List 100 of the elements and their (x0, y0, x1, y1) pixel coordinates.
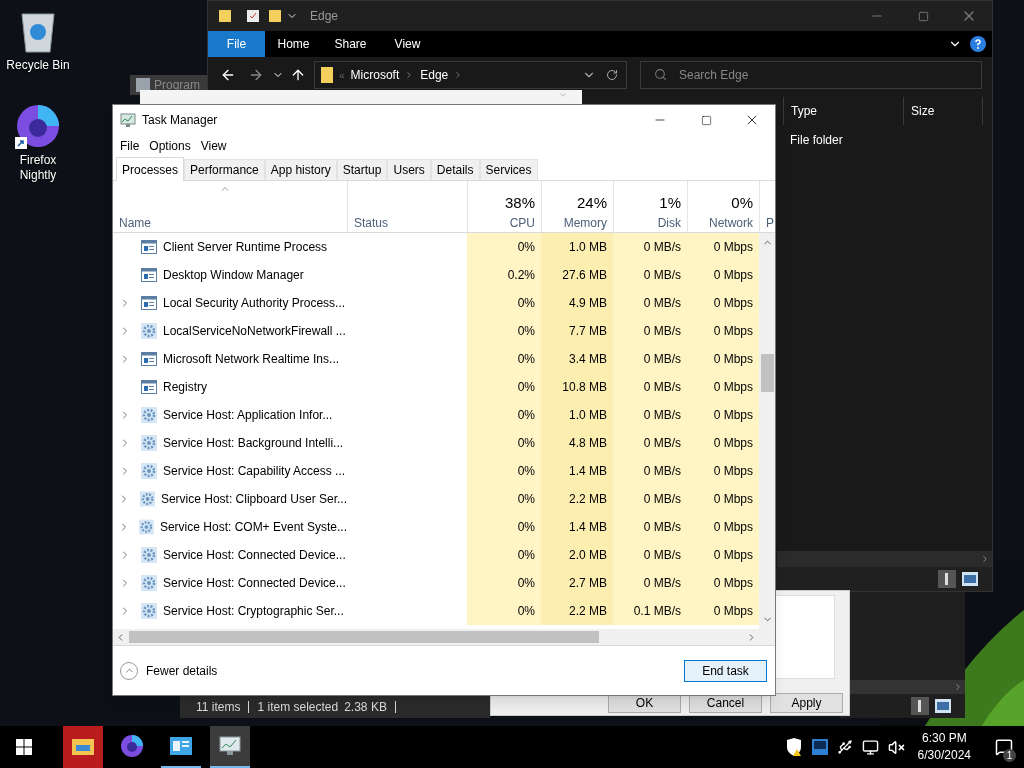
end-task-button[interactable]: End task (684, 659, 767, 682)
breadcrumb[interactable]: Edge (420, 66, 449, 84)
process-name[interactable]: Service Host: Connected Device... (163, 546, 346, 564)
table-cell: 0 MB/s (613, 569, 687, 597)
horizontal-scrollbar[interactable] (777, 551, 992, 567)
fewer-details-button[interactable]: Fewer details (120, 661, 218, 680)
thumbnail-view-icon[interactable] (962, 572, 978, 586)
horizontal-scrollbar[interactable] (113, 629, 775, 645)
status-text: 2.38 KB (344, 698, 387, 716)
tab[interactable]: Startup (336, 159, 388, 180)
table-cell: 0 MB/s (613, 541, 687, 569)
column-header[interactable]: Size (903, 97, 983, 125)
process-name[interactable]: Local Security Authority Process... (163, 294, 346, 312)
table-cell: 0 Mbps (687, 233, 759, 261)
process-name[interactable]: Service Host: Application Infor... (163, 406, 333, 424)
column-header[interactable]: P (766, 215, 775, 231)
process-name[interactable]: Service Host: COM+ Event Syste... (159, 518, 347, 536)
taskbar-app[interactable] (210, 726, 250, 768)
column-header[interactable]: Name (119, 215, 347, 231)
table-cell: 0 Mbps (687, 513, 759, 541)
process-name[interactable]: LocalServiceNoNetworkFirewall ... (163, 322, 346, 340)
monitor-chart-icon (219, 736, 241, 756)
forward-icon[interactable] (248, 67, 264, 83)
scroll-right-icon[interactable] (953, 682, 963, 692)
clock-time[interactable]: 6:30 PM (921, 730, 967, 747)
column-header[interactable]: Status (354, 215, 467, 231)
table-cell: 2.2 MB (541, 597, 613, 625)
table-cell: 0% (467, 569, 541, 597)
ribbon-tab[interactable]: View (379, 31, 436, 57)
table-cell: 0 Mbps (687, 401, 759, 429)
search-field[interactable]: Search Edge (640, 61, 982, 89)
ribbon-tab[interactable]: Share (322, 31, 379, 57)
menu-item[interactable]: View (195, 137, 232, 155)
shield-warning-icon[interactable] (784, 738, 803, 756)
details-view-icon[interactable] (938, 570, 956, 588)
up-icon[interactable] (290, 67, 306, 83)
menu-item[interactable]: File (115, 137, 145, 155)
thumbnail-view-icon[interactable] (935, 699, 951, 713)
tab[interactable]: Performance (184, 159, 265, 180)
maximize-icon (917, 10, 929, 22)
folder-icon (72, 737, 94, 755)
back-icon[interactable] (220, 67, 236, 83)
vertical-scrollbar[interactable] (759, 233, 775, 629)
help-icon[interactable] (970, 36, 986, 52)
details-view-icon[interactable] (911, 697, 929, 715)
menu-item[interactable]: Options (144, 137, 196, 155)
table-cell: 0 MB/s (613, 261, 687, 289)
scroll-right-icon[interactable] (980, 554, 990, 564)
table-cell: 0 MB/s (613, 513, 687, 541)
clock-date[interactable]: 6/30/2024 (917, 747, 971, 764)
notifications-button[interactable]: 1 (984, 726, 1024, 768)
usb-icon[interactable] (836, 739, 853, 755)
process-name[interactable]: Microsoft Network Realtime Ins... (163, 350, 340, 368)
new-folder-icon[interactable] (268, 9, 282, 23)
table-cell: 0 MB/s (613, 317, 687, 345)
network-icon[interactable] (861, 738, 879, 756)
app-window-icon[interactable] (811, 739, 828, 755)
table-cell: 0% (467, 373, 541, 401)
table-cell: 0.1 MB/s (613, 597, 687, 625)
dialog-button[interactable]: Apply (770, 693, 843, 713)
tab[interactable]: Users (387, 159, 431, 180)
browser-icon (15, 103, 61, 149)
column-header[interactable]: Disk (657, 215, 681, 231)
table-cell: 0 Mbps (687, 485, 759, 513)
tab[interactable]: Services (479, 159, 538, 180)
refresh-icon[interactable] (606, 69, 618, 81)
process-name[interactable]: Service Host: Clipboard User Ser... (160, 490, 347, 508)
ribbon-tab[interactable]: Home (265, 31, 322, 57)
scrollbar-thumb[interactable] (760, 354, 774, 392)
tab[interactable]: Details (430, 159, 480, 180)
volume-muted-icon[interactable] (887, 738, 905, 756)
table-cell: 0 Mbps (687, 429, 759, 457)
table-cell: 0 Mbps (687, 569, 759, 597)
process-name[interactable]: Client Server Runtime Process (163, 238, 328, 256)
scrollbar-thumb[interactable] (129, 631, 599, 643)
browser-icon (120, 734, 144, 758)
tab[interactable]: Processes (116, 157, 185, 181)
process-name[interactable]: Desktop Window Manager (163, 266, 304, 284)
column-header[interactable]: Memory (563, 215, 607, 231)
table-cell: 0 Mbps (687, 289, 759, 317)
process-name[interactable]: Service Host: Background Intelli... (163, 434, 344, 452)
desktop-icon-label: Recycle Bin (6, 58, 70, 73)
table-cell: 0% (467, 513, 541, 541)
column-header[interactable]: CPU (509, 215, 535, 231)
address-bar[interactable]: « Microsoft Edge (314, 61, 627, 89)
column-header[interactable]: Type (783, 97, 903, 125)
process-name[interactable]: Registry (163, 378, 207, 396)
desktop-icon-label: Firefox Nightly (18, 153, 58, 183)
table-cell: 0 MB/s (613, 289, 687, 317)
ribbon-tab[interactable]: File (208, 31, 265, 57)
usage-percent: 1% (659, 193, 681, 213)
process-name[interactable]: Service Host: Cryptographic Ser... (163, 602, 344, 620)
process-name[interactable]: Service Host: Connected Device... (163, 574, 346, 592)
tab[interactable]: App history (264, 159, 337, 180)
process-name[interactable]: Service Host: Capability Access ... (163, 462, 346, 480)
table-cell: 0% (467, 289, 541, 317)
column-header[interactable]: Network (709, 215, 753, 231)
breadcrumb[interactable]: Microsoft (350, 66, 400, 84)
properties-icon[interactable] (246, 9, 260, 23)
table-cell: 0 Mbps (687, 457, 759, 485)
